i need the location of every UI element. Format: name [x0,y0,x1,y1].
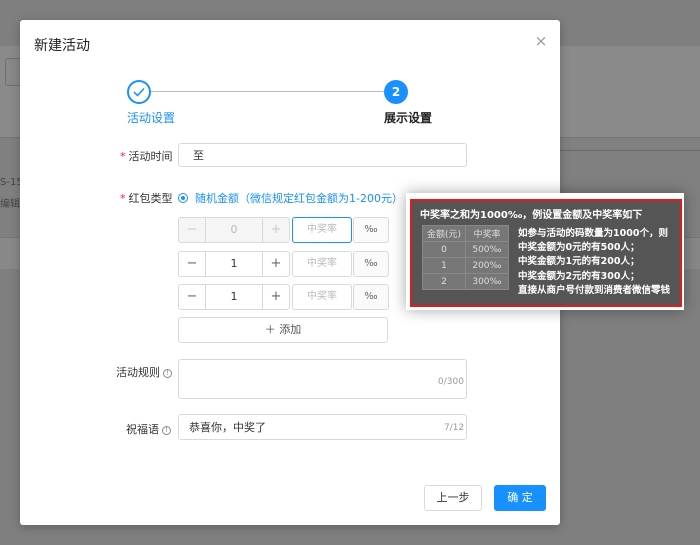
win-rate-input[interactable]: 中奖率 [292,284,352,310]
table-cell: 300‰ [465,273,509,290]
amount-stepper[interactable]: − 1 + [178,284,290,310]
redpacket-type-label: * 红包类型 [120,192,173,205]
step-2-indicator: 2 [384,80,408,104]
background-edit-link: 编辑 [0,199,20,210]
step-2-label: 展示设置 [384,111,433,125]
blessing-label: 祝福语! [126,421,171,437]
example-table: 金额(元) 中奖率 0 500‰ 1 200‰ 2 300‰ [422,225,509,290]
tooltip-title: 中奖率之和为1000‰，例设置金额及中奖率如下 [420,210,643,221]
table-header: 中奖率 [465,225,509,242]
tooltip-explanation: 如参与活动的码数量为1000个，则 中奖金额为0元的有500人； 中奖金额为1元… [518,227,670,298]
step-1-check-icon[interactable] [127,80,151,104]
minus-button: − [186,222,198,237]
random-amount-radio[interactable] [178,193,188,203]
activity-rules-textarea[interactable] [178,359,467,399]
minus-button[interactable]: − [179,285,205,309]
activity-rules-label: 活动规则! [116,364,172,380]
plus-button[interactable]: + [263,285,289,309]
amount-stepper: − 0 + [178,217,290,243]
plus-button: + [270,222,282,237]
info-icon[interactable]: ! [163,368,172,378]
step-1-label[interactable]: 活动设置 [127,109,175,126]
close-icon[interactable]: × [533,33,549,49]
previous-step-button[interactable]: 上一步 [424,485,482,511]
amount-value: 0 [205,218,263,242]
confirm-button[interactable]: 确 定 [494,485,546,511]
tooltip-line: 直接从商户号付款到消费者微信零钱 [518,284,671,296]
info-icon[interactable]: ! [162,425,171,435]
win-rate-tooltip: 中奖率之和为1000‰，例设置金额及中奖率如下 金额(元) 中奖率 0 500‰… [410,199,682,307]
tooltip-line: 中奖金额为0元的有500人； [518,242,640,254]
plus-button[interactable]: + [263,252,289,276]
tooltip-line: 中奖金额为2元的有300人； [518,270,640,282]
win-rate-input[interactable]: 中奖率 [292,217,352,243]
table-header: 金额(元) [422,225,466,242]
table-cell: 0 [422,241,466,258]
amount-value[interactable]: 1 [205,285,263,309]
amount-stepper[interactable]: − 1 + [178,251,290,277]
permil-unit: ‰ [353,217,389,243]
blessing-char-counter: 7/12 [444,423,465,433]
table-cell: 200‰ [465,257,509,274]
table-cell: 500‰ [465,241,509,258]
table-cell: 2 [422,273,466,290]
background-divider [560,150,700,151]
steps-connector [150,91,385,92]
tooltip-line: 如参与活动的码数量为1000个，则 [518,228,668,239]
add-row-button[interactable]: ＋ 添加 [178,317,388,343]
activity-time-range-input[interactable]: 至 [178,143,467,167]
tooltip-line: 中奖金额为1元的有200人； [518,256,640,268]
activity-time-label: * 活动时间 [120,150,173,163]
table-cell: 1 [422,257,466,274]
win-rate-input[interactable]: 中奖率 [292,251,352,277]
modal-title: 新建活动 [34,38,90,54]
random-amount-option[interactable]: 随机金额（微信规定红包金额为1-200元）! [195,190,415,206]
amount-value[interactable]: 1 [205,252,263,276]
minus-button[interactable]: − [179,252,205,276]
permil-unit: ‰ [353,251,389,277]
blessing-input[interactable]: 恭喜你，中奖了 [178,414,467,440]
permil-unit: ‰ [353,284,389,310]
rules-char-counter: 0/300 [438,377,464,387]
